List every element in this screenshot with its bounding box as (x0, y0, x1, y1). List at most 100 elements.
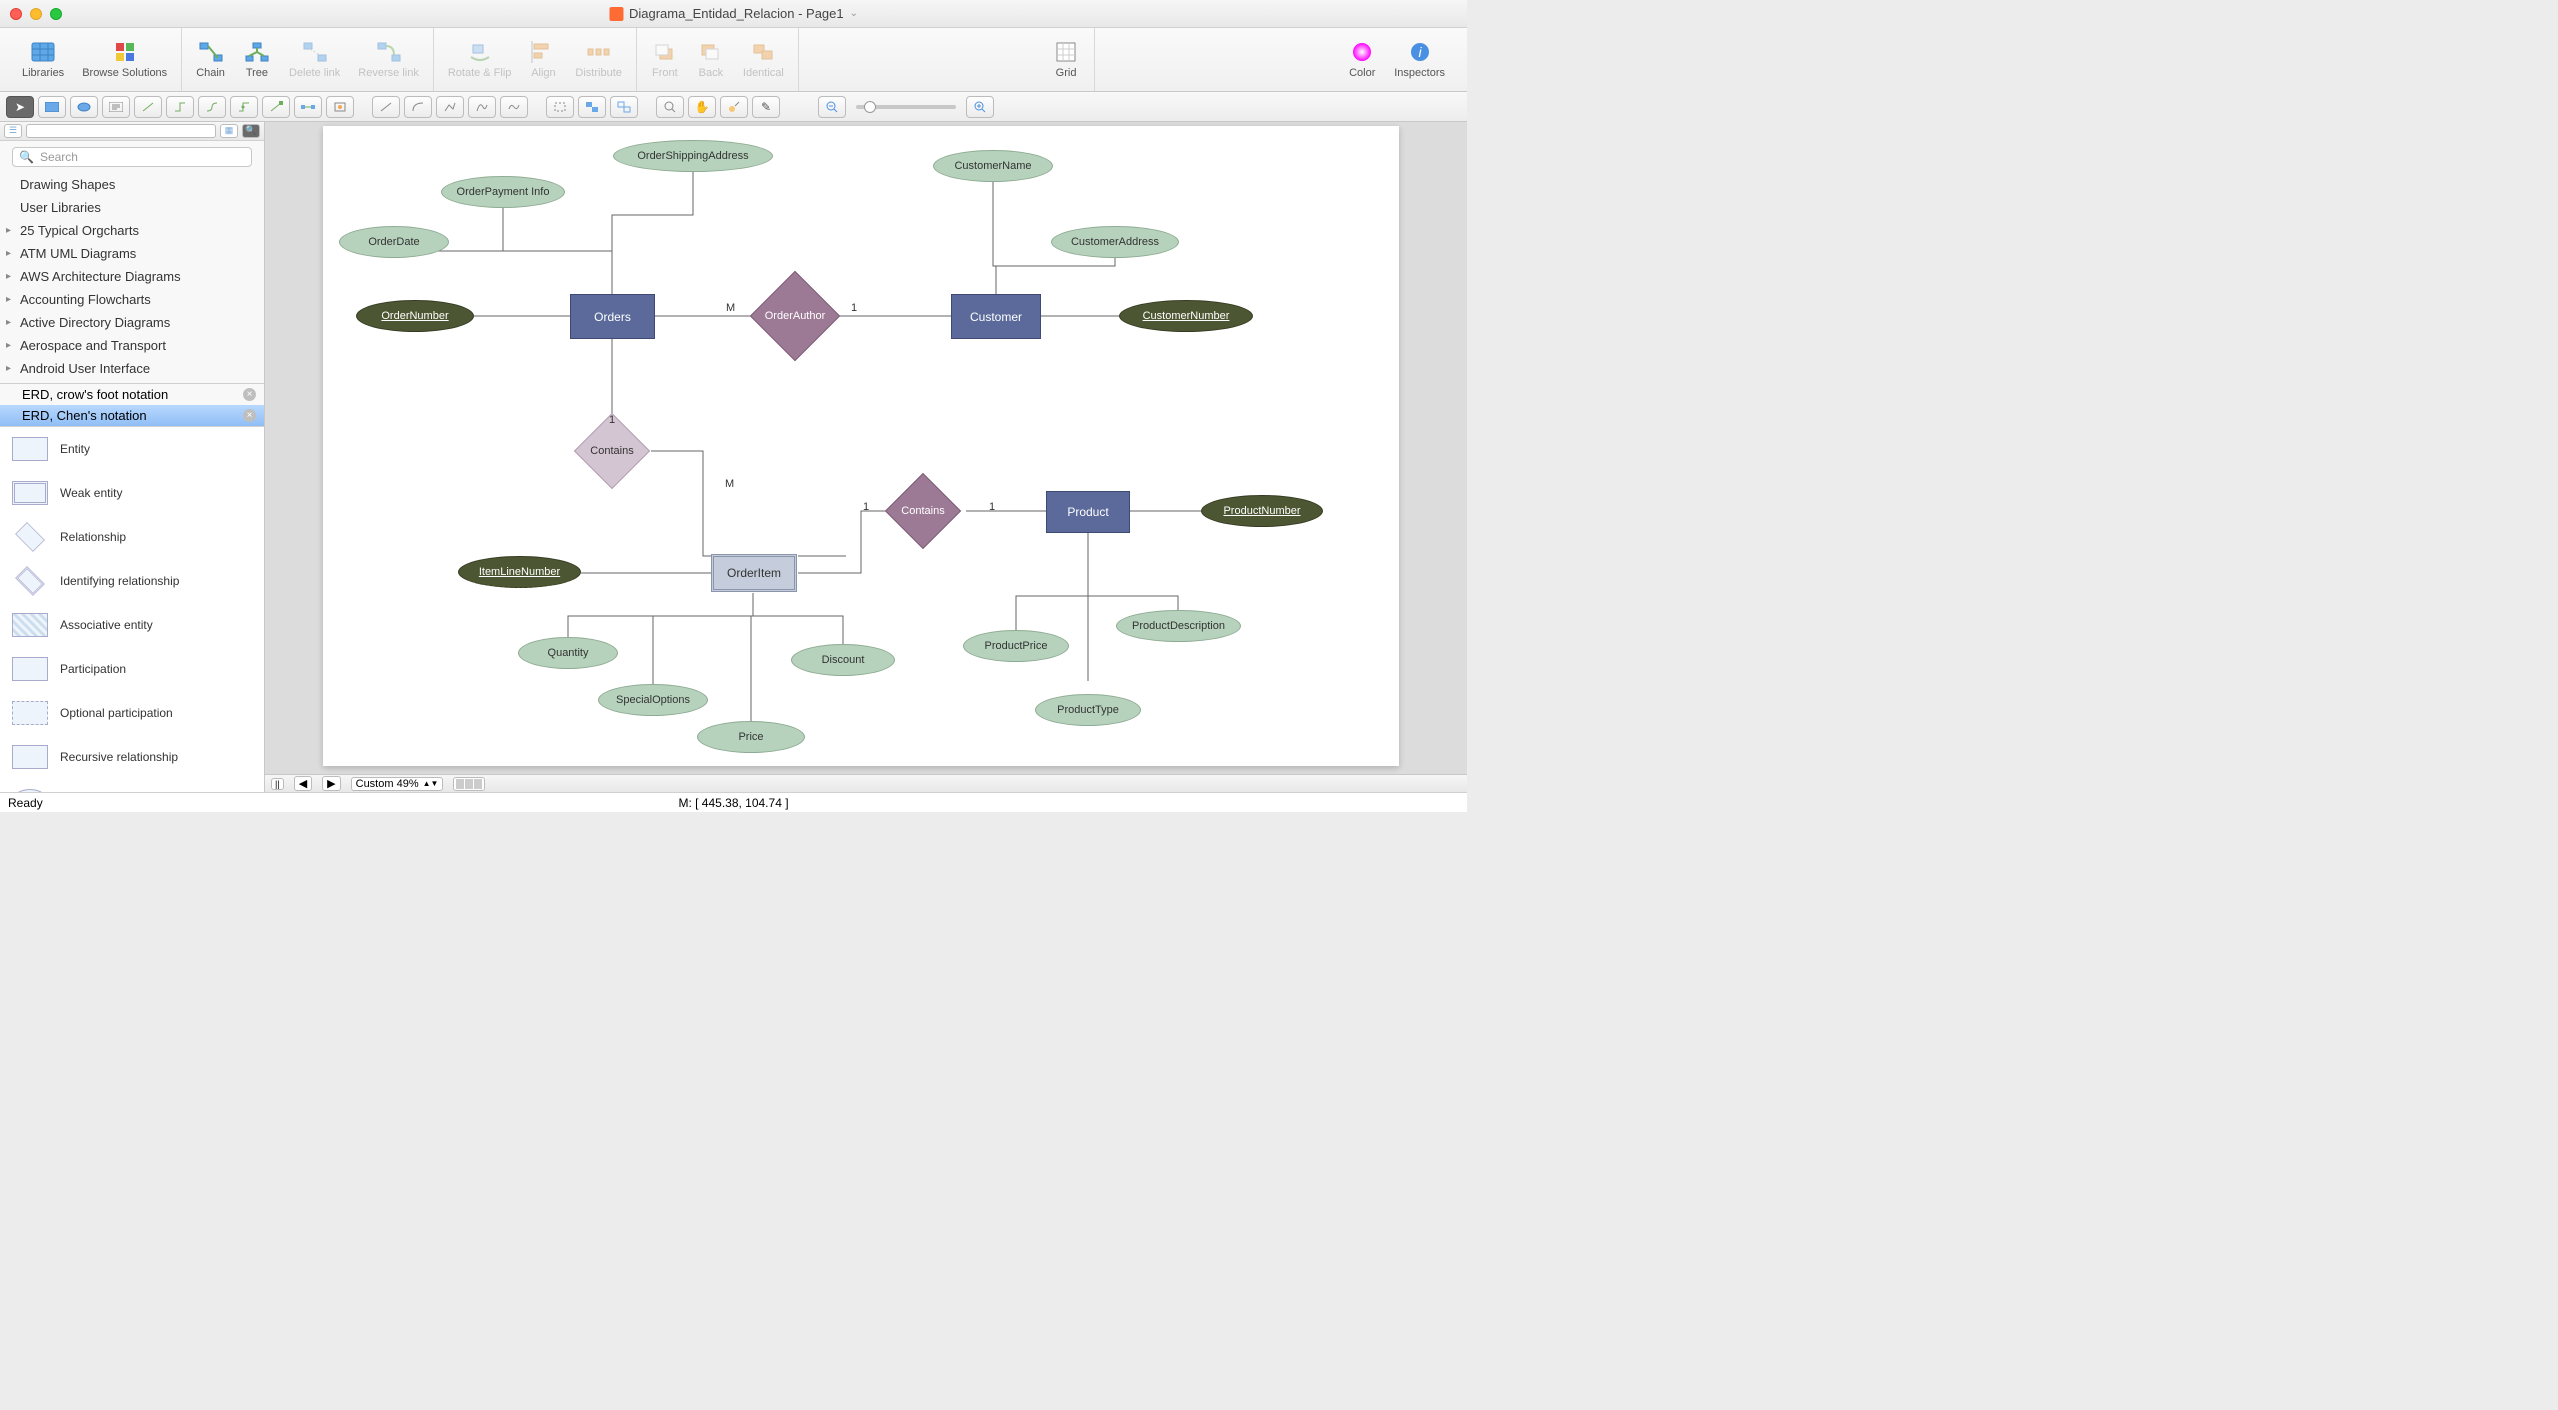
attribute-ordershipping[interactable]: OrderShippingAddress (613, 140, 773, 172)
relationship-contains-bottom[interactable]: Contains (896, 484, 950, 538)
attribute-customername[interactable]: CustomerName (933, 150, 1053, 182)
relationship-orderauthor[interactable]: OrderAuthor (763, 284, 827, 348)
relationship-contains-top[interactable]: Contains (585, 424, 639, 478)
ellipse-tool-button[interactable] (70, 96, 98, 118)
attribute-quantity[interactable]: Quantity (518, 637, 618, 669)
close-tab-icon[interactable]: × (243, 409, 256, 422)
shape-item[interactable]: Identifying relationship (0, 559, 264, 603)
open-library-tab-active[interactable]: ERD, Chen's notation × (0, 405, 264, 426)
curve-tool-button[interactable] (404, 96, 432, 118)
shape-list[interactable]: Entity Weak entity Relationship Identify… (0, 426, 264, 792)
spline-tool-button[interactable] (468, 96, 496, 118)
poly-tool-button[interactable] (436, 96, 464, 118)
zoom-tool-button[interactable] (656, 96, 684, 118)
crop-tool-button[interactable] (546, 96, 574, 118)
entity-orders[interactable]: Orders (570, 294, 655, 339)
keyattr-productnumber[interactable]: ProductNumber (1201, 495, 1323, 527)
library-item[interactable]: Android User Interface (0, 357, 264, 380)
library-item[interactable]: User Libraries (0, 196, 264, 219)
inspectors-button[interactable]: i Inspectors (1394, 40, 1445, 79)
text-tool-button[interactable] (102, 96, 130, 118)
connector-4-button[interactable] (230, 96, 258, 118)
zoom-out-button[interactable] (818, 96, 846, 118)
chevron-down-icon[interactable]: ⌄ (850, 8, 858, 19)
window-title: Diagrama_Entidad_Relacion - Page1 ⌄ (609, 6, 858, 21)
library-item[interactable]: Accounting Flowcharts (0, 288, 264, 311)
rect-tool-button[interactable] (38, 96, 66, 118)
shape-item[interactable]: Weak entity (0, 471, 264, 515)
attribute-price[interactable]: Price (697, 721, 805, 753)
entity-orderitem[interactable]: OrderItem (711, 554, 797, 592)
library-item[interactable]: AWS Architecture Diagrams (0, 265, 264, 288)
document-icon (609, 7, 623, 21)
connector-6-button[interactable] (294, 96, 322, 118)
line-tool-button[interactable] (372, 96, 400, 118)
sidebar-grid-view-button[interactable]: ▦ (220, 124, 238, 138)
shape-item[interactable]: Recursive relationship (0, 735, 264, 779)
next-page-button[interactable]: ▶ (322, 776, 340, 791)
shape-item[interactable]: Attribute (0, 779, 264, 792)
pan-tool-button[interactable]: ✋ (688, 96, 716, 118)
edit-tool-button[interactable]: ✎ (752, 96, 780, 118)
zoom-select[interactable]: Custom 49% ▲▼ (351, 777, 444, 791)
attribute-discount[interactable]: Discount (791, 644, 895, 676)
entity-product[interactable]: Product (1046, 491, 1130, 533)
grid-button[interactable]: Grid (1052, 40, 1080, 79)
keyattr-ordernumber[interactable]: OrderNumber (356, 300, 474, 332)
library-item[interactable]: Area Charts (0, 380, 264, 383)
shape-item[interactable]: Associative entity (0, 603, 264, 647)
attribute-orderpayment[interactable]: OrderPayment Info (441, 176, 565, 208)
library-item[interactable]: Drawing Shapes (0, 173, 264, 196)
minimize-icon[interactable] (30, 8, 42, 20)
connector-2-button[interactable] (166, 96, 194, 118)
status-mouse-coords: M: [ 445.38, 104.74 ] (678, 796, 788, 810)
attribute-orderdate[interactable]: OrderDate (339, 226, 449, 258)
sidebar-filter-input[interactable] (26, 124, 216, 138)
maximize-icon[interactable] (50, 8, 62, 20)
libraries-button[interactable]: Libraries (22, 40, 64, 79)
sidebar-tree-view-button[interactable]: ☰ (4, 124, 22, 138)
pager-toggle-button[interactable]: || (271, 778, 284, 790)
group-tool-button[interactable] (578, 96, 606, 118)
connector-1-button[interactable] (134, 96, 162, 118)
shape-item[interactable]: Relationship (0, 515, 264, 559)
prev-page-button[interactable]: ◀ (294, 776, 312, 791)
canvas[interactable]: OrderDate OrderPayment Info OrderShippin… (265, 122, 1467, 792)
open-library-tab[interactable]: ERD, crow's foot notation × (0, 384, 264, 405)
attribute-productprice[interactable]: ProductPrice (963, 630, 1069, 662)
close-tab-icon[interactable]: × (243, 388, 256, 401)
library-item[interactable]: 25 Typical Orgcharts (0, 219, 264, 242)
snap-tool-button[interactable] (326, 96, 354, 118)
color-button[interactable]: Color (1348, 40, 1376, 79)
library-item[interactable]: Active Directory Diagrams (0, 311, 264, 334)
close-icon[interactable] (10, 8, 22, 20)
connector-5-button[interactable] (262, 96, 290, 118)
chain-button[interactable]: Chain (196, 40, 225, 79)
pointer-tool-button[interactable]: ➤ (6, 96, 34, 118)
zoom-slider[interactable] (856, 105, 956, 109)
browse-solutions-button[interactable]: Browse Solutions (82, 40, 167, 79)
freehand-tool-button[interactable] (500, 96, 528, 118)
entity-customer[interactable]: Customer (951, 294, 1041, 339)
keyattr-itemlinenumber[interactable]: ItemLineNumber (458, 556, 581, 588)
shape-item[interactable]: Participation (0, 647, 264, 691)
delete-link-button: Delete link (289, 40, 340, 79)
shape-item[interactable]: Entity (0, 427, 264, 471)
library-list[interactable]: Drawing Shapes User Libraries 25 Typical… (0, 173, 264, 383)
library-item[interactable]: ATM UML Diagrams (0, 242, 264, 265)
search-input[interactable]: 🔍 Search (12, 147, 252, 167)
keyattr-customernumber[interactable]: CustomerNumber (1119, 300, 1253, 332)
library-item[interactable]: Aerospace and Transport (0, 334, 264, 357)
attribute-customeraddress[interactable]: CustomerAddress (1051, 226, 1179, 258)
view-mode-toggle[interactable] (453, 777, 485, 791)
eyedropper-tool-button[interactable] (720, 96, 748, 118)
zoom-in-button[interactable] (966, 96, 994, 118)
ungroup-tool-button[interactable] (610, 96, 638, 118)
sidebar-search-button[interactable]: 🔍 (242, 124, 260, 138)
connector-3-button[interactable] (198, 96, 226, 118)
attribute-producttype[interactable]: ProductType (1035, 694, 1141, 726)
attribute-productdescription[interactable]: ProductDescription (1116, 610, 1241, 642)
attribute-specialoptions[interactable]: SpecialOptions (598, 684, 708, 716)
tree-button[interactable]: Tree (243, 40, 271, 79)
shape-item[interactable]: Optional participation (0, 691, 264, 735)
